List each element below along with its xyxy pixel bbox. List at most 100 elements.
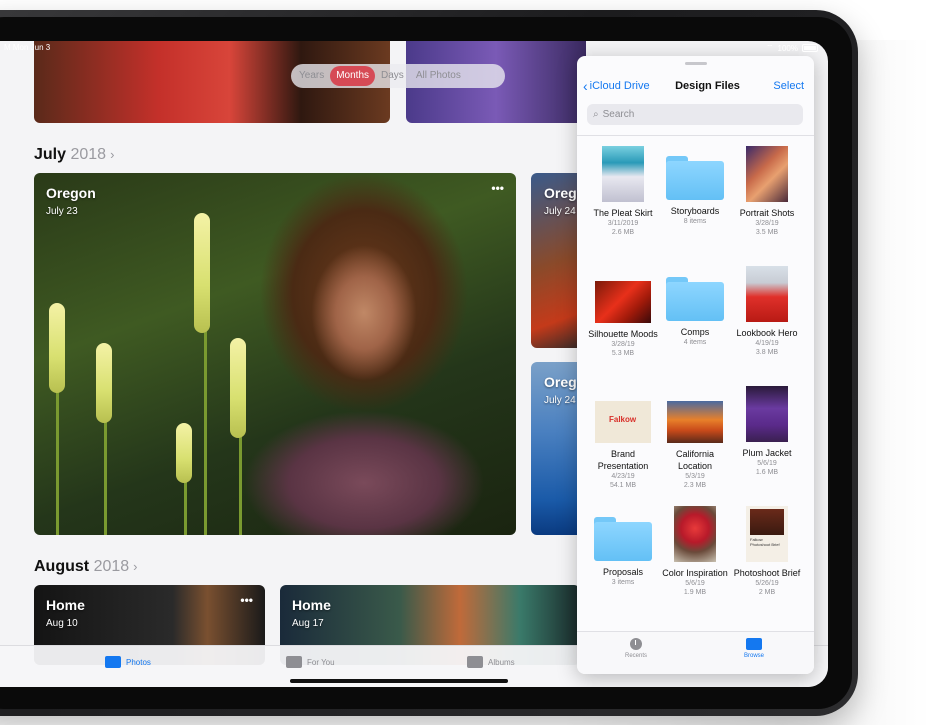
file-item[interactable]: Silhouette Moods 3/28/19 5.3 MB	[587, 281, 659, 358]
file-date: 5/3/19	[685, 473, 705, 480]
file-date: 5/26/19	[755, 580, 779, 587]
segment-days[interactable]: Days	[375, 66, 410, 86]
photo-title: Oregon	[46, 185, 96, 201]
tab-label: Photos	[126, 657, 151, 667]
tab-recents[interactable]: Recents	[606, 638, 666, 659]
thumbnail-image	[750, 509, 784, 535]
segment-all-photos[interactable]: All Photos	[410, 66, 467, 86]
file-name: Photoshoot Brief	[733, 568, 801, 578]
file-size: 5.3 MB	[611, 350, 635, 357]
file-thumbnail	[746, 266, 788, 322]
more-options-button[interactable]: •••	[491, 181, 504, 195]
tab-albums[interactable]: Albums	[467, 656, 515, 668]
tab-label: Recents	[624, 653, 647, 659]
file-item[interactable]: Plum Jacket 5/6/19 1.6 MB	[731, 386, 803, 477]
divider	[577, 135, 814, 136]
file-item[interactable]: Portrait Shots 3/28/19 3.5 MB	[731, 146, 803, 237]
file-size: 1.9 MB	[683, 589, 707, 596]
section-header-july[interactable]: July 2018 ›	[34, 146, 114, 164]
section-header-august[interactable]: August 2018 ›	[34, 558, 138, 576]
segment-years[interactable]: Years	[293, 66, 330, 86]
photo-title: Home	[46, 597, 85, 613]
photo-date: Aug 10	[46, 618, 78, 629]
photo-date: July 24	[544, 395, 576, 406]
file-item[interactable]: Falkow Photoshoot Brief Photoshoot Brief…	[731, 506, 803, 597]
file-thumbnail	[674, 506, 716, 562]
folder-item[interactable]: Proposals 3 items	[587, 517, 659, 587]
tab-browse[interactable]: Browse	[724, 638, 784, 659]
folder-item-count: 3 items	[611, 579, 635, 586]
tab-label: For You	[307, 657, 335, 667]
search-field[interactable]: ⌕ Search	[587, 104, 803, 125]
file-size: 3.8 MB	[755, 349, 779, 356]
file-thumbnail	[667, 401, 723, 443]
folder-item-count: 8 items	[683, 218, 707, 225]
file-name: Storyboards	[670, 206, 720, 216]
select-button[interactable]: Select	[773, 80, 804, 92]
folder-item[interactable]: Comps 4 items	[659, 277, 731, 347]
flower-stem	[239, 423, 242, 535]
files-slide-over-panel: ‹ iCloud Drive Design Files Select ⌕ Sea…	[577, 56, 814, 674]
panel-grabber-handle[interactable]	[685, 62, 707, 65]
chevron-left-icon: ‹	[583, 77, 588, 94]
file-date: 4/23/19	[611, 473, 635, 480]
files-tab-bar: Recents Browse	[577, 631, 814, 674]
folder-icon	[666, 277, 724, 321]
search-placeholder: Search	[602, 109, 635, 120]
file-size: 3.5 MB	[755, 229, 779, 236]
photo-title: Home	[292, 597, 331, 613]
file-size: 2.3 MB	[683, 482, 707, 489]
battery-percent: 100%	[777, 43, 798, 53]
segment-months[interactable]: Months	[330, 66, 376, 86]
file-date: 5/6/19	[757, 460, 777, 467]
photo-tile-oregon-main[interactable]: Oregon July 23 •••	[34, 173, 516, 535]
status-time-date: M Mon Jun 3	[4, 43, 51, 52]
tab-photos[interactable]: Photos	[105, 656, 151, 668]
tab-label: Albums	[488, 657, 515, 667]
flower-shape	[49, 303, 65, 393]
tab-for-you[interactable]: For You	[286, 656, 335, 668]
more-options-button[interactable]: •••	[240, 593, 253, 607]
file-thumbnail	[602, 146, 644, 202]
file-size: 1.6 MB	[755, 469, 779, 476]
file-name: Proposals	[602, 567, 644, 577]
file-item[interactable]: California Location 5/3/19 2.3 MB	[659, 401, 731, 490]
wifi-icon: ⌔	[766, 43, 774, 52]
file-thumbnail	[746, 146, 788, 202]
file-date: 3/28/19	[755, 220, 779, 227]
albums-icon	[467, 656, 483, 668]
file-item[interactable]: Falkow Brand Presentation 4/23/19 54.1 M…	[587, 401, 659, 490]
photos-icon	[105, 656, 121, 668]
folder-item-count: 4 items	[683, 339, 707, 346]
thumbnail-text: Falkow Photoshoot Brief	[750, 537, 780, 547]
folder-icon	[746, 638, 762, 650]
file-name: Color Inspiration	[662, 568, 728, 578]
chevron-right-icon: ›	[133, 559, 138, 574]
chevron-right-icon: ›	[110, 147, 115, 162]
home-indicator[interactable]	[290, 679, 508, 683]
flower-stem	[56, 373, 59, 535]
file-name: Brand Presentation	[597, 449, 649, 471]
section-year: 2018	[70, 146, 107, 163]
file-name: Silhouette Moods	[588, 329, 658, 339]
flower-shape	[96, 343, 112, 423]
file-name: The Pleat Skirt	[593, 208, 653, 218]
view-mode-segmented-control: Years Months Days All Photos	[291, 64, 505, 88]
photo-date: Aug 17	[292, 618, 324, 629]
file-date: 5/6/19	[685, 580, 705, 587]
for-you-icon	[286, 656, 302, 668]
file-thumbnail	[746, 386, 788, 442]
photo-date: July 23	[46, 206, 78, 217]
photo-date: July 24	[544, 206, 576, 217]
folder-icon	[594, 517, 652, 561]
file-item[interactable]: Color Inspiration 5/6/19 1.9 MB	[659, 506, 731, 597]
file-thumbnail: Falkow	[595, 401, 651, 443]
file-item[interactable]: The Pleat Skirt 3/11/2019 2.6 MB	[587, 146, 659, 237]
thumbnail-text: Falkow	[609, 415, 637, 424]
file-size: 54.1 MB	[609, 482, 637, 489]
folder-item[interactable]: Storyboards 8 items	[659, 156, 731, 226]
clock-icon	[630, 638, 642, 650]
file-date: 3/11/2019	[607, 220, 639, 227]
file-name: Portrait Shots	[739, 208, 795, 218]
file-item[interactable]: Lookbook Hero 4/19/19 3.8 MB	[731, 266, 803, 357]
